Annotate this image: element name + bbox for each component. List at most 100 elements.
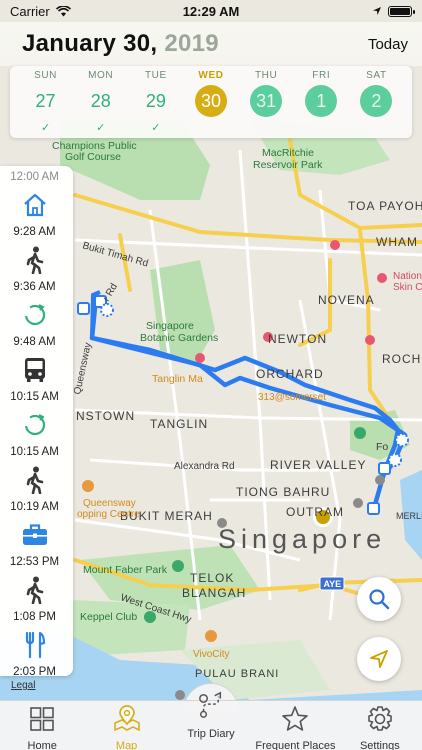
- tab-map[interactable]: Map: [84, 701, 168, 750]
- day-fri[interactable]: FRI 1: [295, 66, 347, 138]
- map-label-outram: OUTRAM: [286, 505, 344, 519]
- day-number: 27: [35, 90, 56, 111]
- map-label-national: Nation: [393, 271, 422, 282]
- legal-link[interactable]: Legal: [11, 680, 35, 691]
- walk-icon: [25, 461, 45, 498]
- day-number: 28: [90, 90, 111, 111]
- day-sun[interactable]: SUN 27 ✓: [20, 66, 72, 138]
- timeline-start-time: 12:00 AM: [10, 171, 59, 183]
- tab-trip-diary[interactable]: Trip Diary: [169, 687, 253, 750]
- search-icon: [369, 589, 390, 610]
- tab-home[interactable]: Home: [0, 701, 84, 750]
- status-bar: Carrier 12:29 AM: [0, 0, 422, 22]
- checkmark-icon: ✓: [151, 122, 161, 134]
- map-label-merlion: MERLION: [396, 511, 422, 521]
- day-thu[interactable]: THU 31: [240, 66, 292, 138]
- day-name: TUE: [144, 70, 167, 81]
- map-label-rocho: ROCHO: [382, 352, 422, 366]
- timeline-entry[interactable]: 12:53 PM: [0, 516, 73, 571]
- location-arrow-icon: [373, 7, 381, 15]
- tab-frequent-places[interactable]: Frequent Places: [253, 701, 337, 750]
- map-label-pulau: PULAU BRANI: [195, 668, 279, 680]
- timeline-entry[interactable]: 10:15 AM: [0, 351, 73, 406]
- walk-icon: [25, 241, 45, 278]
- bus-icon: [22, 351, 48, 388]
- map-label-botanic: Botanic Gardens: [140, 332, 218, 344]
- day-mon[interactable]: MON 28 ✓: [75, 66, 127, 138]
- timeline-time: 10:15 AM: [10, 391, 59, 403]
- tab-settings[interactable]: Settings: [338, 701, 422, 750]
- date-month-day: January 30: [22, 30, 151, 57]
- map-label-nstown: NSTOWN: [76, 409, 135, 423]
- map-label-tanglin-mall: Tanglin Ma: [152, 373, 203, 385]
- day-name: THU: [254, 70, 278, 81]
- route-icon: [195, 691, 227, 724]
- map-label-alexandra: Alexandra Rd: [174, 461, 235, 472]
- date-header: January 30, 2019 Today: [0, 22, 422, 66]
- day-name: WED: [198, 70, 224, 81]
- map-label-novena: NOVENA: [318, 293, 375, 307]
- day-number: 31: [250, 85, 283, 117]
- map-label-tiong-bahru: TIONG BAHRU: [236, 485, 330, 499]
- day-name: SUN: [34, 70, 58, 81]
- week-strip: SUN 27 ✓ MON 28 ✓ TUE 29 ✓ WED 30 THU 31 FRI 1 SAT 2: [10, 66, 412, 138]
- timeline-entry[interactable]: 2:03 PM: [0, 626, 73, 676]
- map-label-singapore-big: Singapore: [218, 524, 386, 554]
- map-label-macritchie: MacRitchie: [262, 147, 314, 159]
- map-label-toa-payoh: TOA PAYOH: [348, 199, 422, 213]
- timeline-time: 10:15 AM: [10, 446, 59, 458]
- map-label-river-valley: RIVER VALLEY: [270, 458, 366, 472]
- battery-icon: [388, 5, 415, 17]
- day-name: FRI: [312, 70, 331, 81]
- timeline-entry[interactable]: 9:48 AM: [0, 296, 73, 351]
- map-label-singapore-bg: Singapore: [146, 320, 194, 332]
- timeline-entry[interactable]: 9:36 AM: [0, 241, 73, 296]
- wifi-icon: [55, 5, 71, 16]
- map-pin-icon: [113, 705, 141, 738]
- map-label-newton: NEWTON: [268, 332, 327, 346]
- tab-label: Settings: [359, 740, 400, 750]
- map-label-keppel: Keppel Club: [80, 611, 137, 623]
- checkmark-icon: ✓: [40, 122, 51, 134]
- locate-me-button[interactable]: [357, 637, 401, 681]
- gear-icon: [366, 705, 394, 738]
- day-number: 1: [305, 85, 338, 117]
- timeline-entry[interactable]: 1:08 PM: [0, 571, 73, 626]
- search-button[interactable]: [357, 577, 401, 621]
- timeline-entry[interactable]: 10:19 AM: [0, 461, 73, 516]
- map-label-skin: Skin C: [393, 282, 422, 293]
- walk-icon: [25, 571, 45, 608]
- timeline-time: 12:53 PM: [9, 556, 60, 568]
- day-wed[interactable]: WED 30: [185, 66, 237, 138]
- briefcase-icon: [21, 516, 49, 553]
- day-name: MON: [88, 70, 114, 81]
- day-number: 2: [360, 85, 393, 117]
- trip-timeline[interactable]: 12:00 AM 9:28 AM 9:36 AM 9:48 AM 10:15 AM 10…: [0, 166, 73, 676]
- map-label-queensway2: Queensway: [83, 498, 136, 509]
- day-number: 30: [194, 85, 227, 117]
- loading-icon: [22, 296, 48, 333]
- timeline-entry[interactable]: 10:15 AM: [0, 406, 73, 461]
- day-name: SAT: [366, 70, 387, 81]
- day-number: 29: [145, 90, 166, 111]
- map-label-aye: AYE: [324, 579, 342, 589]
- today-button[interactable]: Today: [368, 36, 408, 53]
- day-sat[interactable]: SAT 2: [350, 66, 402, 138]
- day-tue[interactable]: TUE 29 ✓: [130, 66, 182, 138]
- map-label-telok: TELOK: [190, 571, 234, 585]
- page-title: January 30, 2019: [22, 30, 219, 58]
- map-label-wham: WHAM: [376, 235, 418, 249]
- grid-icon: [29, 705, 55, 738]
- timeline-time: 2:03 PM: [13, 666, 56, 676]
- map-label-vivocity: VivoCity: [193, 649, 230, 660]
- timeline-time: 10:19 AM: [10, 501, 59, 513]
- checkmark-icon: ✓: [96, 122, 106, 134]
- map-label-tanglin: TANGLIN: [150, 417, 208, 431]
- timeline-entry[interactable]: 9:28 AM: [0, 186, 73, 241]
- timeline-time: 1:08 PM: [13, 611, 56, 623]
- fork-knife-icon: [23, 626, 47, 663]
- map-label-fo: Fo: [376, 441, 388, 453]
- navigation-arrow-icon: [370, 650, 388, 668]
- map-label-reservoir: Reservoir Park: [253, 159, 323, 171]
- tab-label: Map: [115, 740, 138, 750]
